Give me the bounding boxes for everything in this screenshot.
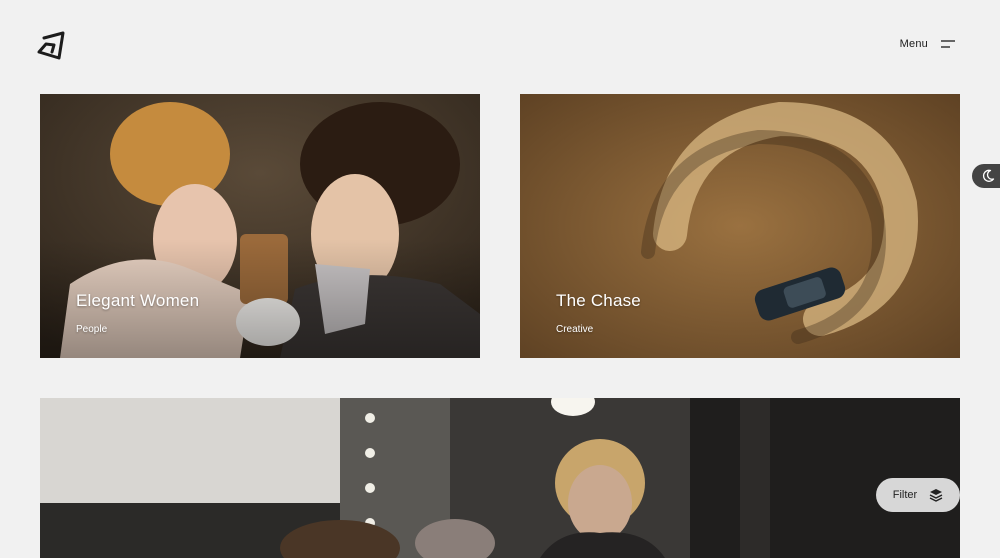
menu-label: Menu xyxy=(899,38,928,50)
layers-icon xyxy=(929,489,943,502)
menu-button[interactable]: Menu xyxy=(900,38,956,50)
filter-button[interactable]: Filter xyxy=(876,478,960,512)
theme-toggle-button[interactable] xyxy=(972,164,1000,188)
project-card-studio[interactable] xyxy=(40,398,960,558)
filter-label: Filter xyxy=(892,489,918,501)
project-card-elegant-women[interactable]: Elegant Women People xyxy=(40,94,480,358)
project-image xyxy=(40,398,960,558)
project-card-the-chase[interactable]: The Chase Creative xyxy=(520,94,960,358)
brand-logo-icon[interactable] xyxy=(34,28,70,64)
project-category: Creative xyxy=(556,324,594,335)
project-image xyxy=(520,94,960,358)
project-title: The Chase xyxy=(556,291,641,310)
project-title: Elegant Women xyxy=(76,291,200,310)
project-category: People xyxy=(76,324,108,335)
project-image xyxy=(40,94,480,358)
hamburger-menu-icon xyxy=(941,40,955,48)
site-header: Menu xyxy=(0,0,1000,94)
moon-icon xyxy=(982,169,995,182)
